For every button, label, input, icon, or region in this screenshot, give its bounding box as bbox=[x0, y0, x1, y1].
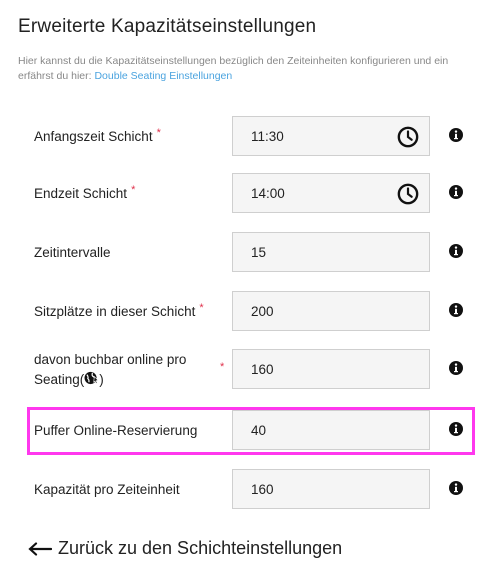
arrow-left-icon bbox=[28, 541, 52, 556]
form-row-seats: Sitzplätze in dieser Schicht * 200 bbox=[34, 291, 474, 333]
online-bookable-input[interactable]: 160 bbox=[232, 349, 430, 389]
double-seating-link[interactable]: Double Seating Einstellungen bbox=[94, 70, 232, 82]
clock-icon[interactable] bbox=[397, 183, 419, 205]
info-icon[interactable] bbox=[448, 360, 464, 376]
required-marker: * bbox=[199, 302, 204, 314]
intro-description: Hier kannst du die Kapazitätseinstellung… bbox=[18, 55, 449, 82]
info-icon[interactable] bbox=[448, 302, 464, 318]
online-buffer-input[interactable]: 40 bbox=[232, 410, 430, 450]
info-icon[interactable] bbox=[448, 184, 464, 200]
info-icon[interactable] bbox=[448, 421, 464, 437]
start-time-label: Anfangszeit Schicht * bbox=[34, 116, 224, 158]
form-row-interval: Zeitintervalle 15 bbox=[34, 232, 474, 274]
interval-label: Zeitintervalle bbox=[34, 245, 111, 260]
capacity-per-unit-input[interactable]: 160 bbox=[232, 469, 430, 509]
globe-cursor-icon bbox=[84, 371, 99, 385]
required-marker: * bbox=[156, 127, 161, 139]
back-to-shift-settings-link[interactable]: Zurück zu den Schichteinstellungen bbox=[28, 538, 342, 559]
form-row-end-time: Endzeit Schicht * 14:00 bbox=[34, 173, 474, 215]
seats-input[interactable]: 200 bbox=[232, 291, 430, 331]
info-icon[interactable] bbox=[448, 127, 464, 143]
form-row-capacity-per-unit: Kapazität pro Zeiteinheit 160 bbox=[34, 469, 474, 511]
clock-icon[interactable] bbox=[397, 126, 419, 148]
page-title: Erweiterte Kapazitätseinstellungen bbox=[18, 16, 317, 37]
intro-text: Hier kannst du die Kapazitätseinstellung… bbox=[18, 54, 483, 84]
form-row-start-time: Anfangszeit Schicht * 11:30 bbox=[34, 116, 474, 158]
required-marker: * bbox=[131, 184, 136, 196]
info-icon[interactable] bbox=[448, 243, 464, 259]
seats-label: Sitzplätze in dieser Schicht * bbox=[34, 291, 224, 333]
end-time-input[interactable]: 14:00 bbox=[232, 173, 430, 213]
start-time-input[interactable]: 11:30 bbox=[232, 116, 430, 156]
online-bookable-label: davon buchbar online pro Seating( ) * bbox=[34, 352, 225, 387]
interval-input[interactable]: 15 bbox=[232, 232, 430, 272]
required-marker: * bbox=[220, 361, 225, 373]
form-row-online-buffer: Puffer Online-Reservierung 40 bbox=[34, 410, 474, 452]
info-icon[interactable] bbox=[448, 480, 464, 496]
online-buffer-label: Puffer Online-Reservierung bbox=[34, 423, 198, 438]
form-row-online-bookable: davon buchbar online pro Seating( ) * 16… bbox=[34, 349, 474, 391]
end-time-label: Endzeit Schicht * bbox=[34, 173, 224, 215]
capacity-per-unit-label: Kapazität pro Zeiteinheit bbox=[34, 482, 180, 497]
